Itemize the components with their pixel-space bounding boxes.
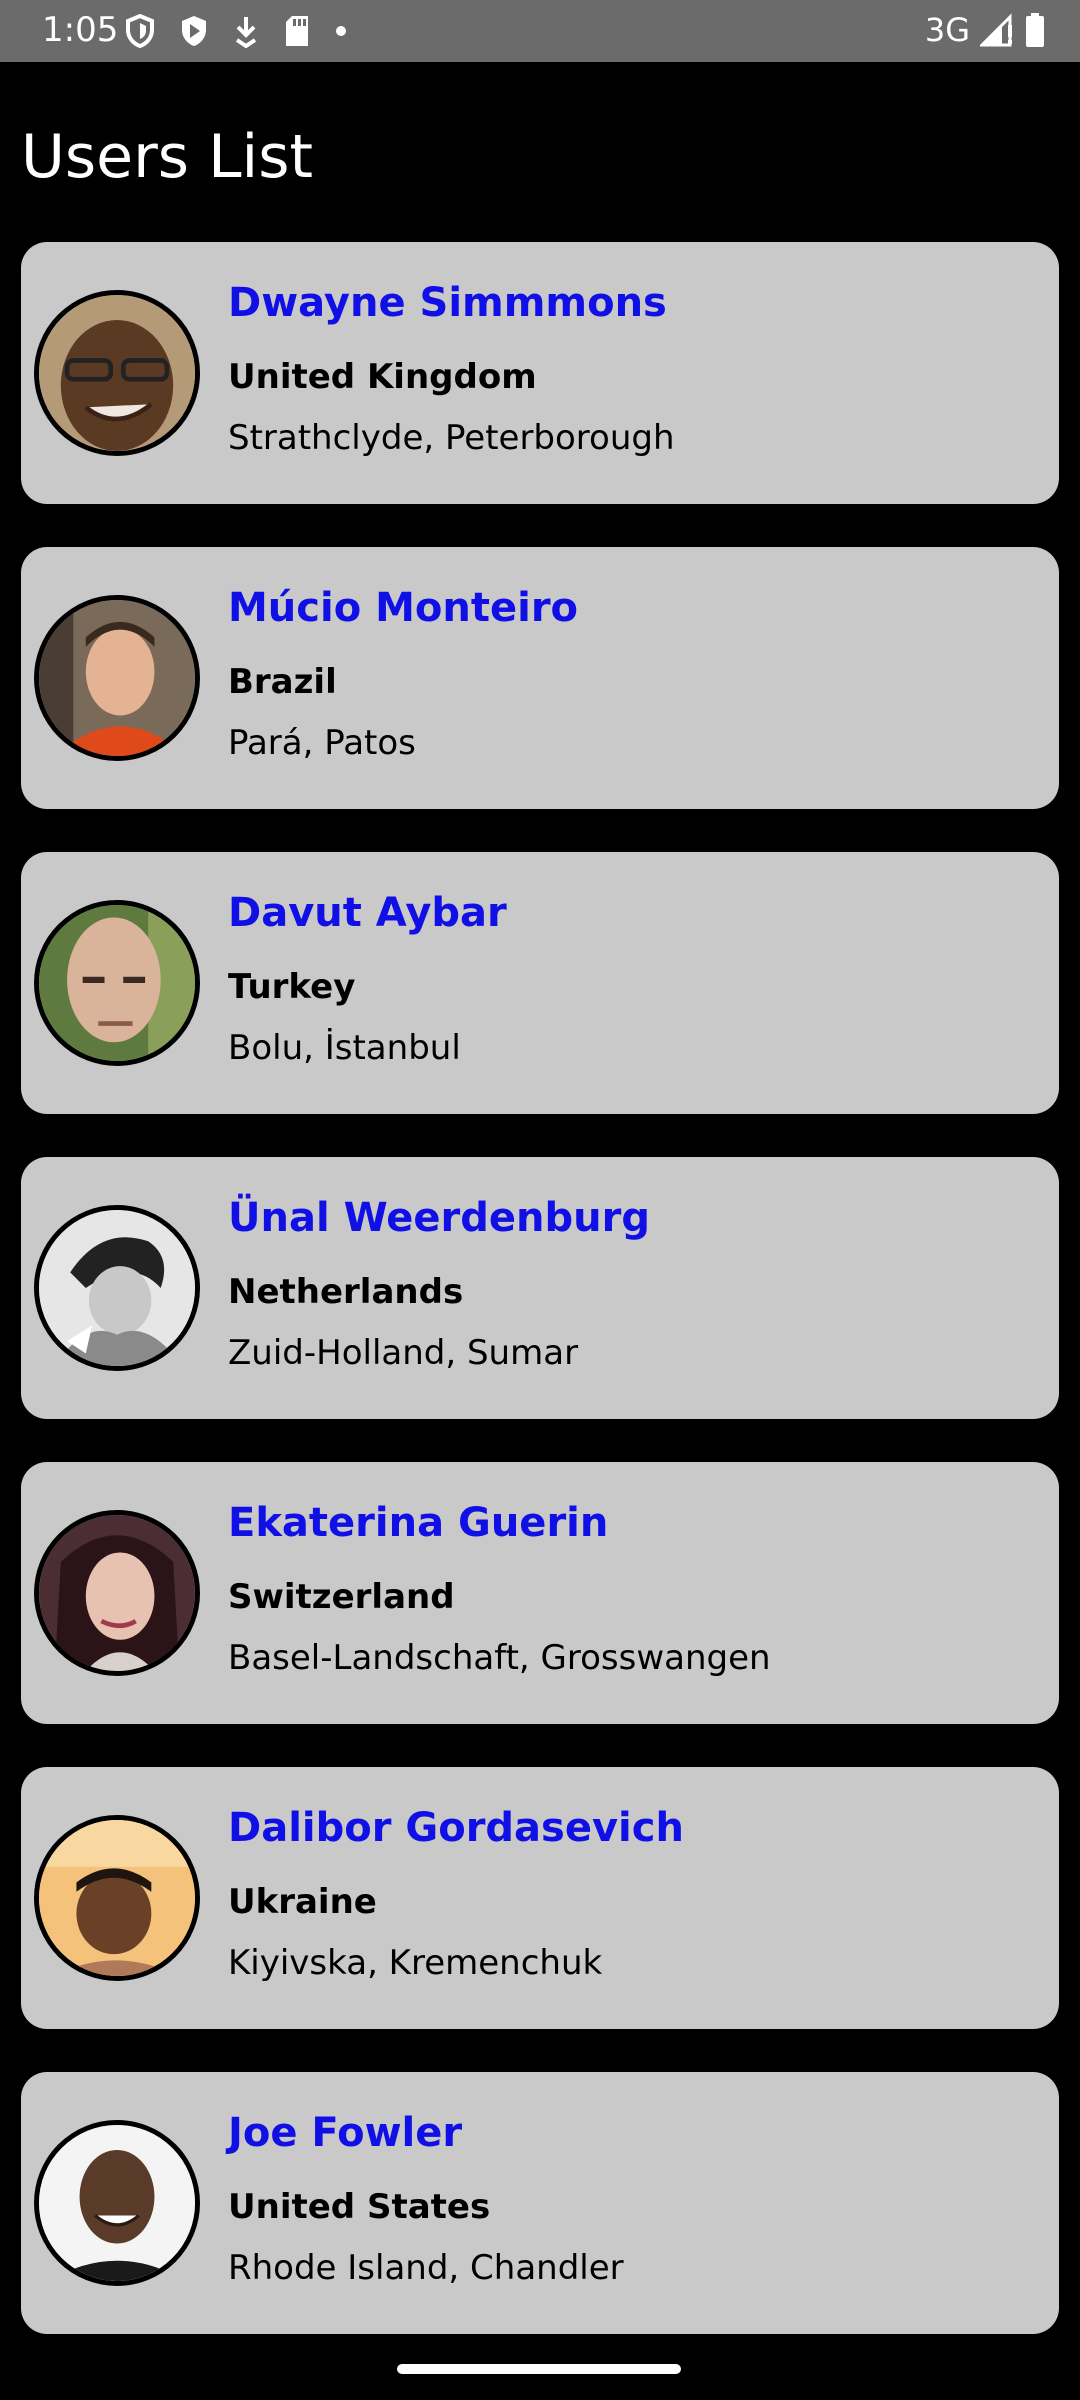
user-location: Rhode Island, Chandler (228, 2248, 624, 2288)
user-location: Basel-Landschaft, Grosswangen (228, 1638, 771, 1678)
status-bar: 1:05 3G (0, 0, 1080, 62)
avatar (34, 1205, 200, 1371)
sd-card-icon (283, 14, 311, 48)
status-notification-icons (125, 12, 347, 50)
user-name: Joe Fowler (228, 2110, 463, 2156)
signal-icon (980, 13, 1014, 47)
user-name: Múcio Monteiro (228, 585, 579, 631)
user-location: Bolu, İstanbul (228, 1028, 461, 1068)
battery-icon (1024, 12, 1046, 48)
avatar (34, 1510, 200, 1676)
user-name: Ünal Weerdenburg (228, 1195, 650, 1241)
user-name: Dalibor Gordasevich (228, 1805, 684, 1851)
avatar (34, 1815, 200, 1981)
user-name: Dwayne Simmmons (228, 280, 667, 326)
user-location: Pará, Patos (228, 723, 416, 763)
user-country: Brazil (228, 662, 337, 702)
avatar (34, 595, 200, 761)
status-time: 1:05 (42, 10, 119, 50)
network-type: 3G (924, 11, 970, 49)
user-country: Ukraine (228, 1882, 377, 1922)
dot-icon (335, 14, 347, 48)
user-name: Davut Aybar (228, 890, 507, 936)
user-name: Ekaterina Guerin (228, 1500, 609, 1546)
user-country: Turkey (228, 967, 356, 1007)
page-title: Users List (21, 122, 313, 192)
user-card[interactable]: Dalibor Gordasevich Ukraine Kiyivska, Kr… (21, 1767, 1059, 2029)
user-location: Kiyivska, Kremenchuk (228, 1943, 603, 1983)
user-card[interactable]: Ekaterina Guerin Switzerland Basel-Lands… (21, 1462, 1059, 1724)
play-store-icon (179, 14, 209, 48)
download-icon (233, 14, 259, 48)
user-card[interactable]: Múcio Monteiro Brazil Pará, Patos (21, 547, 1059, 809)
user-list[interactable]: Dwayne Simmmons United Kingdom Strathcly… (21, 242, 1059, 2377)
user-country: Switzerland (228, 1577, 455, 1617)
user-country: Netherlands (228, 1272, 464, 1312)
status-system-icons: 3G (925, 10, 1046, 50)
avatar (34, 2120, 200, 2286)
user-location: Strathclyde, Peterborough (228, 418, 675, 458)
user-location: Zuid-Holland, Sumar (228, 1333, 579, 1373)
user-card[interactable]: Dwayne Simmmons United Kingdom Strathcly… (21, 242, 1059, 504)
avatar (34, 900, 200, 1066)
user-card[interactable]: Joe Fowler United States Rhode Island, C… (21, 2072, 1059, 2334)
user-country: United States (228, 2187, 491, 2227)
user-country: United Kingdom (228, 357, 537, 397)
avatar (34, 290, 200, 456)
home-gesture-bar[interactable] (397, 2364, 681, 2374)
shield-icon (125, 14, 155, 48)
user-card[interactable]: Davut Aybar Turkey Bolu, İstanbul (21, 852, 1059, 1114)
user-card[interactable]: Ünal Weerdenburg Netherlands Zuid-Hollan… (21, 1157, 1059, 1419)
